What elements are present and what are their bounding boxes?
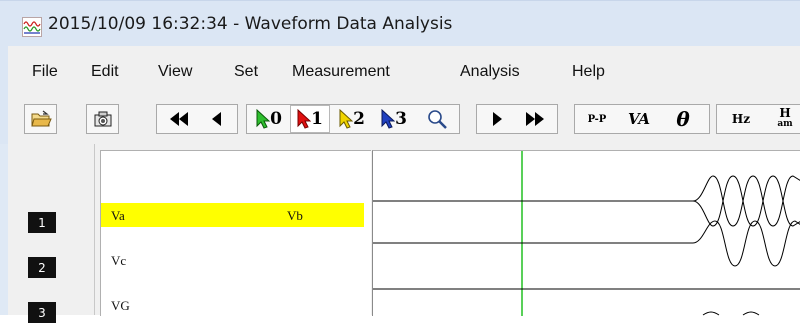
theta-label: θ [676, 107, 690, 131]
title-bar[interactable]: 2015/10/09 16:32:34 - Waveform Data Anal… [0, 0, 800, 47]
magnifier-icon [428, 110, 447, 129]
waveform-trace-2 [373, 220, 800, 267]
menu-measurement[interactable]: Measurement [292, 63, 390, 81]
measure-group: P-P VA θ [574, 104, 710, 134]
open-button[interactable] [24, 104, 57, 134]
channel-1-left-name: Va [111, 208, 125, 223]
channel-badge-3[interactable]: 3 [28, 302, 56, 323]
menu-edit[interactable]: Edit [91, 63, 119, 81]
app-window: 2015/10/09 16:32:34 - Waveform Data Anal… [0, 0, 800, 323]
harmonic-label: H [779, 106, 791, 120]
scroll-left-group [156, 104, 238, 134]
channel-badge-2[interactable]: 2 [28, 257, 56, 278]
menu-view[interactable]: View [158, 63, 192, 81]
cursor-1-button[interactable]: 1 [290, 105, 330, 133]
peak-to-peak-button[interactable]: P-P [577, 105, 617, 133]
phase-button[interactable]: θ [661, 105, 705, 133]
channel-badge-1[interactable]: 1 [28, 212, 56, 233]
cursor-3-arrow-icon [381, 109, 396, 129]
menu-file[interactable]: File [32, 63, 58, 81]
hz-button[interactable]: Hz [719, 105, 763, 133]
channel-2-left-name: Vc [111, 253, 127, 268]
channel-number-column: 1 2 3 [8, 144, 95, 323]
zoom-button[interactable] [417, 105, 457, 133]
channel-1-right-name: Vb [287, 208, 303, 223]
waveform-app-icon[interactable] [22, 17, 42, 37]
camera-icon [89, 105, 117, 133]
harmonic-sub-label: am [777, 119, 793, 129]
peak-to-peak-label: P-P [587, 113, 607, 125]
fast-rewind-button[interactable] [159, 105, 199, 133]
va-button[interactable]: VA [619, 105, 659, 133]
channel-names-panel: Va Vb Vc VG [100, 150, 371, 316]
cursor-group: 0 1 2 3 [246, 104, 460, 134]
channel-area: 1 2 3 Va Vb Vc VG [8, 144, 800, 323]
waveform-plot [373, 151, 800, 316]
fast-forward-button[interactable] [515, 105, 555, 133]
channel-row-1[interactable]: Va Vb [101, 203, 364, 227]
cursor-0-arrow-icon [256, 109, 271, 129]
waveform-trace-1b [692, 175, 800, 227]
menu-analysis[interactable]: Analysis [460, 63, 520, 81]
waveform-trace-1 [373, 175, 800, 227]
cursor-1-label: 1 [311, 109, 323, 129]
channel-3-left-name: VG [111, 298, 130, 313]
channel-row-3[interactable]: VG [101, 293, 364, 317]
step-right-button[interactable] [479, 105, 515, 133]
cursor-0-button[interactable]: 0 [249, 105, 289, 133]
cursor-2-button[interactable]: 2 [332, 105, 372, 133]
cursor-3-label: 3 [395, 109, 407, 129]
window-title: 2015/10/09 16:32:34 - Waveform Data Anal… [48, 14, 453, 34]
step-left-button[interactable] [199, 105, 235, 133]
menu-help[interactable]: Help [572, 63, 605, 81]
menu-bar: File Edit View Set Measurement Analysis … [0, 46, 800, 94]
snapshot-button[interactable] [86, 104, 119, 134]
cursor-3-button[interactable]: 3 [374, 105, 414, 133]
step-right-icon [493, 112, 502, 126]
cursor-2-label: 2 [353, 109, 365, 129]
open-folder-icon [27, 105, 55, 133]
toolbar: 0 1 2 3 P-P VA θ Hz H am [0, 94, 800, 144]
menu-set[interactable]: Set [234, 63, 258, 81]
cursor-0-label: 0 [270, 109, 282, 129]
frequency-group: Hz H am [716, 104, 800, 134]
scroll-right-group [476, 104, 558, 134]
step-left-icon [212, 112, 221, 126]
fast-rewind-icon [170, 112, 188, 126]
waveform-panel[interactable] [372, 150, 800, 316]
channel-row-2[interactable]: Vc [101, 248, 364, 272]
va-label: VA [627, 110, 651, 128]
cursor-2-arrow-icon [339, 109, 354, 129]
hz-label: Hz [731, 112, 751, 126]
fast-forward-icon [526, 112, 544, 126]
cursor-1-arrow-icon [297, 109, 312, 129]
harmonic-button[interactable]: H am [763, 105, 800, 133]
